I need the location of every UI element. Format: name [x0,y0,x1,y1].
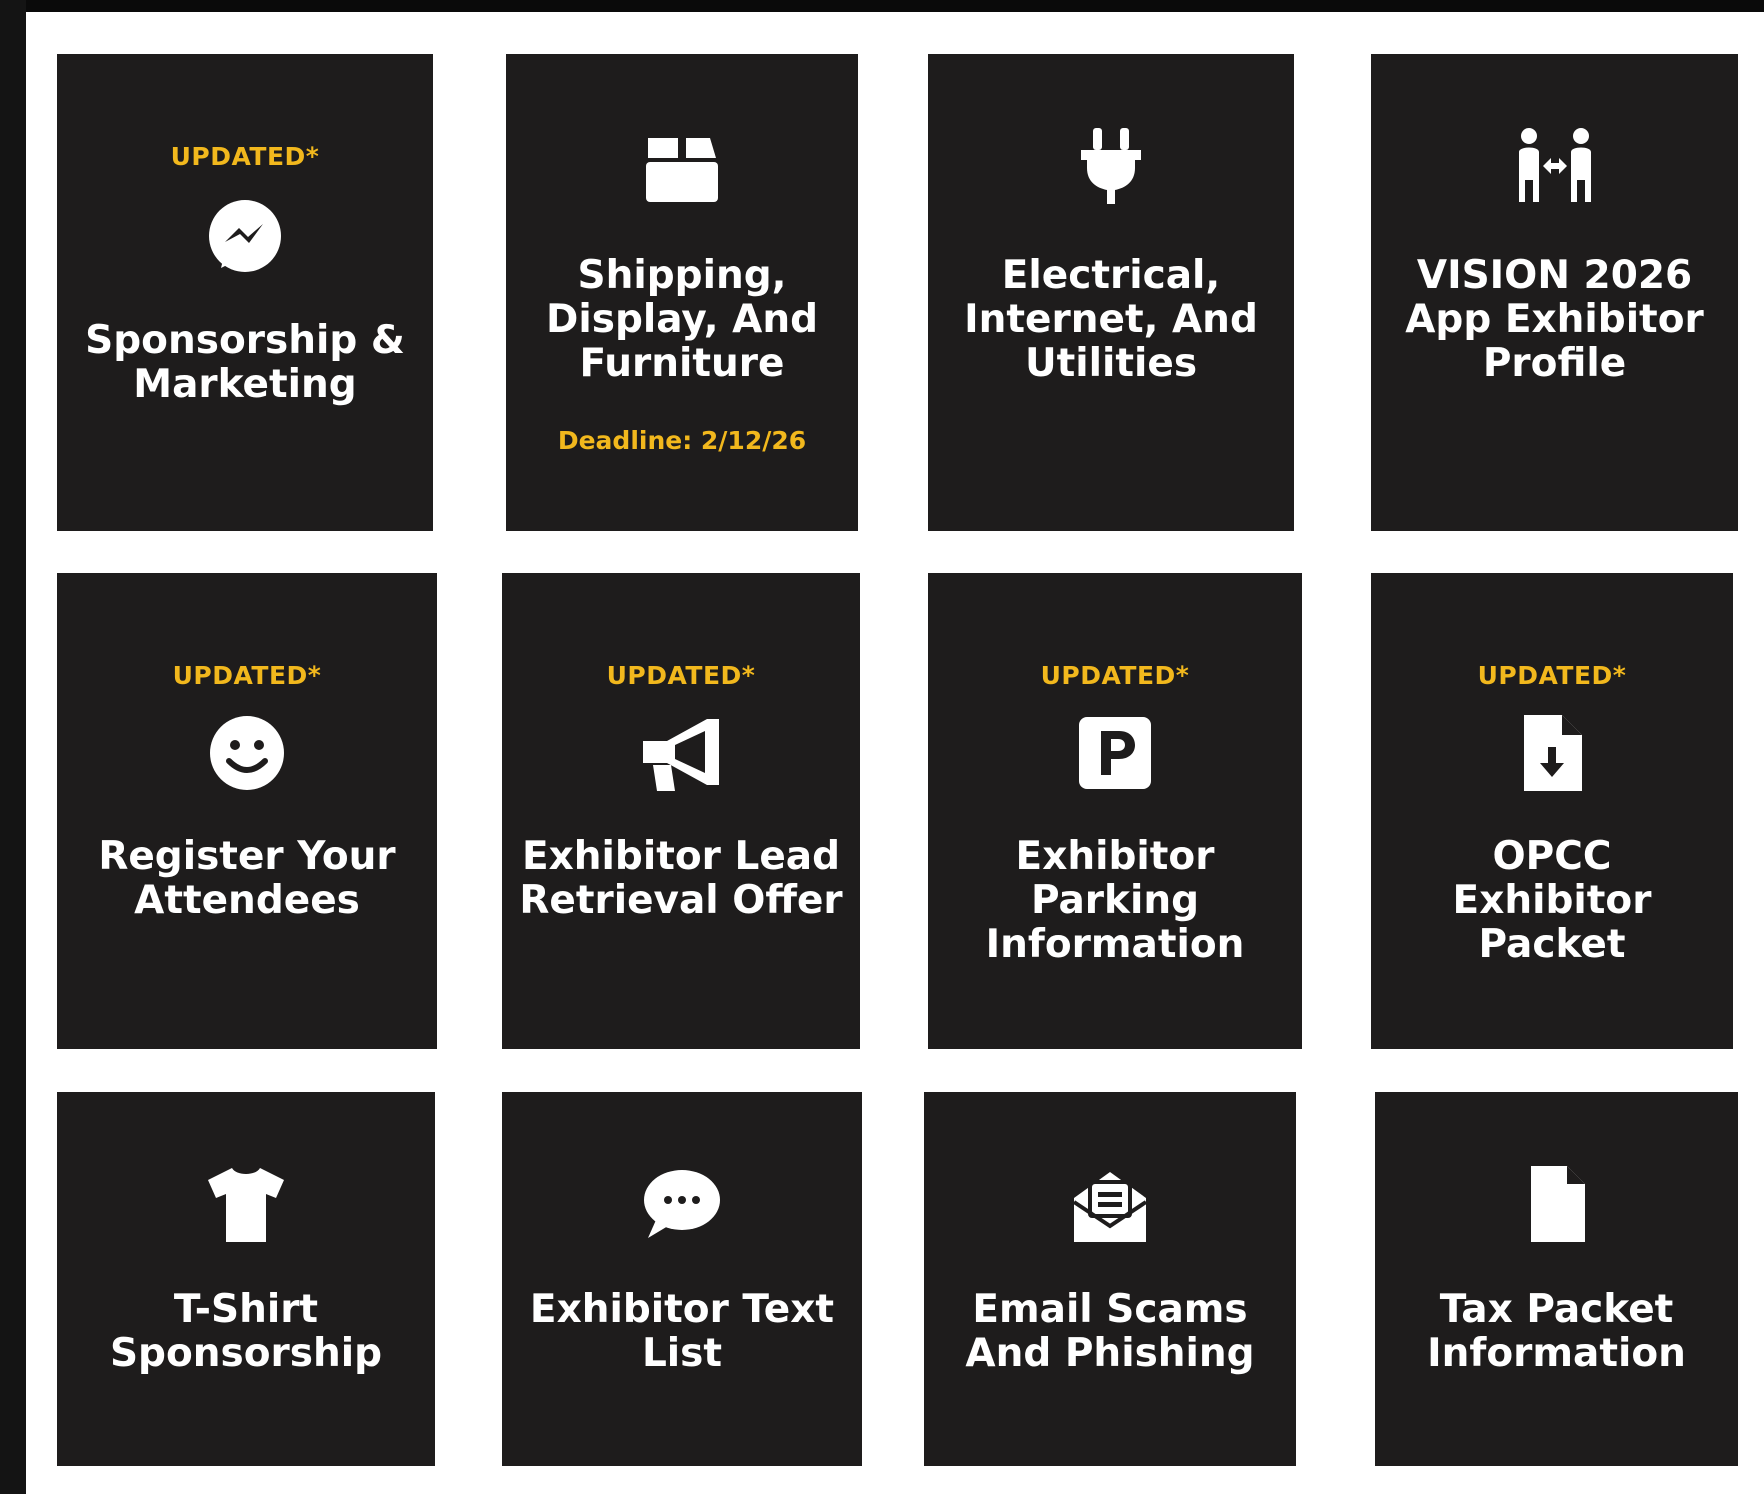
tshirt-icon [204,1162,288,1246]
plug-icon [1069,124,1153,208]
people-exchange-icon [1513,124,1597,208]
tile-title: Exhibitor Parking Information [985,834,1245,967]
updated-badge: UPDATED* [606,661,756,690]
tile-title: Tax Packet Information [1427,1287,1686,1376]
left-edge [0,0,26,1494]
tile-exhibitor-text-list[interactable]: Exhibitor Text List [502,1092,862,1466]
updated-badge: UPDATED* [1040,661,1190,690]
tile-title: Register Your Attendees [98,834,396,923]
file-icon [1515,1162,1599,1246]
tile-parking-info[interactable]: UPDATED* Exhibitor Parking Information [928,573,1302,1049]
messenger-icon [203,194,287,278]
tile-title: Exhibitor Text List [529,1287,835,1376]
tile-title: Sponsorship & Marketing [85,318,405,407]
tile-electrical-internet-utilities[interactable]: Electrical, Internet, And Utilities [928,54,1294,531]
deadline-note: Deadline: 2/12/26 [557,426,807,455]
smile-icon [205,711,289,795]
tile-sponsorship-marketing[interactable]: UPDATED* Sponsorship & Marketing [57,54,433,531]
tile-email-scams[interactable]: Email Scams And Phishing [924,1092,1296,1466]
tile-shipping-display-furniture[interactable]: Shipping, Display, And Furniture Deadlin… [506,54,858,531]
tile-tshirt-sponsorship[interactable]: T-Shirt Sponsorship [57,1092,435,1466]
tile-title: OPCC Exhibitor Packet [1452,834,1652,967]
updated-badge: UPDATED* [1477,661,1627,690]
megaphone-icon [639,711,723,795]
tile-register-attendees[interactable]: UPDATED* Register Your Attendees [57,573,437,1049]
tile-title: VISION 2026 App Exhibitor Profile [1405,253,1704,386]
tile-title: T-Shirt Sponsorship [109,1287,383,1376]
resource-grid: UPDATED* Sponsorship & Marketing Shippin… [26,12,1764,1494]
tile-tax-packet[interactable]: Tax Packet Information [1375,1092,1738,1466]
tile-title: Exhibitor Lead Retrieval Offer [519,834,843,923]
tile-opcc-packet[interactable]: UPDATED* OPCC Exhibitor Packet [1371,573,1733,1049]
envelope-open-icon [1068,1162,1152,1246]
tile-title: Electrical, Internet, And Utilities [964,253,1258,386]
tile-title: Shipping, Display, And Furniture [545,253,818,386]
updated-badge: UPDATED* [170,142,320,171]
box-icon [640,122,724,206]
file-download-icon [1510,711,1594,795]
tile-title: Email Scams And Phishing [965,1287,1255,1376]
tile-lead-retrieval[interactable]: UPDATED* Exhibitor Lead Retrieval Offer [502,573,860,1049]
tile-vision-app-profile[interactable]: VISION 2026 App Exhibitor Profile [1371,54,1738,531]
parking-icon [1073,711,1157,795]
updated-badge: UPDATED* [172,661,322,690]
chat-bubble-icon [640,1162,724,1246]
